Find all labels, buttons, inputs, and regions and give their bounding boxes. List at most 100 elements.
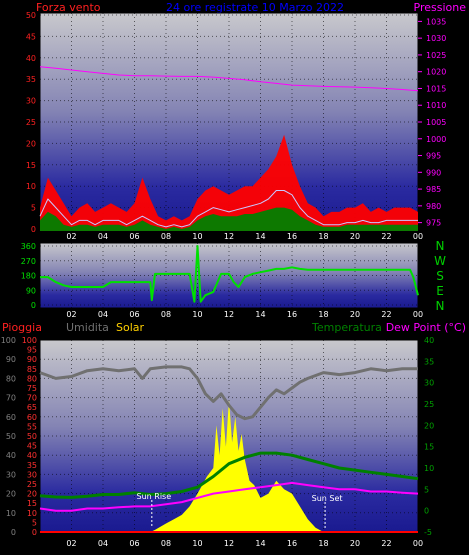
direction-x-tick: 08 (161, 310, 171, 319)
compass-label: N (436, 299, 445, 313)
temp-axis-tick: 20 (424, 421, 434, 430)
dew-label: Dew Point (°C) (386, 321, 466, 334)
humidity-axis-tick: 80 (6, 374, 16, 383)
wind-x-tick: 06 (129, 232, 139, 241)
pressure-axis-tick: 1030 (426, 34, 446, 43)
rain-axis-tick: 60 (27, 413, 37, 422)
temp-x-tick: 10 (192, 539, 202, 548)
humidity-axis-tick: 70 (6, 394, 16, 403)
direction-x-tick: 18 (318, 310, 328, 319)
rain-axis-tick: 25 (27, 480, 37, 489)
rain-axis-tick: 50 (27, 432, 37, 441)
compass-label: N (436, 239, 445, 253)
pressure-axis-tick: 1005 (426, 118, 446, 127)
wind-label: Forza vento (36, 1, 101, 14)
rain-axis-tick: 55 (27, 422, 37, 431)
weather-stage: Forza vento 24 ore registrate 10 Marzo 2… (0, 0, 469, 555)
sunset-label: Sun Set (312, 494, 343, 503)
humidity-axis-tick: 30 (6, 470, 16, 479)
direction-x-tick: 10 (192, 310, 202, 319)
rain-axis-tick: 70 (27, 394, 37, 403)
pressure-axis-tick: 980 (426, 202, 441, 211)
chart-title: 24 ore registrate 10 Marzo 2022 (166, 1, 344, 14)
pressure-axis-tick: 1015 (426, 84, 446, 93)
wind-axis-tick: 0 (31, 225, 36, 234)
temp-axis-tick: 15 (424, 443, 434, 452)
temp-axis-tick: 25 (424, 400, 434, 409)
humidity-label: Umidita (66, 321, 109, 334)
pressure-axis-tick: 1000 (426, 135, 446, 144)
temp-x-tick: 22 (381, 539, 391, 548)
pressure-axis-tick: 975 (426, 219, 441, 228)
temp-axis-tick: 35 (424, 357, 434, 366)
direction-x-tick: 16 (287, 310, 297, 319)
temp-x-tick: 16 (287, 539, 297, 548)
temp-x-tick: 08 (161, 539, 171, 548)
temp-axis-tick: 10 (424, 464, 434, 473)
temp-x-tick: 18 (318, 539, 328, 548)
humidity-axis-tick: 60 (6, 413, 16, 422)
direction-x-tick: 14 (255, 310, 265, 319)
pressure-axis-tick: 995 (426, 152, 441, 161)
rain-axis-tick: 90 (27, 355, 37, 364)
humidity-axis-tick: 0 (11, 528, 16, 537)
temp-axis-tick: 0 (424, 507, 429, 516)
wind-x-tick: 22 (381, 232, 391, 241)
wind-axis-tick: 5 (31, 204, 36, 213)
temp-x-tick: 14 (255, 539, 265, 548)
compass-label: S (436, 269, 444, 283)
rain-axis-tick: 75 (27, 384, 37, 393)
wind-axis-tick: 15 (26, 161, 36, 170)
wind-x-tick: 14 (255, 232, 265, 241)
solar-label: Solar (116, 321, 145, 334)
rain-axis-tick: 10 (27, 509, 37, 518)
pressure-axis-tick: 1025 (426, 51, 446, 60)
direction-x-tick: 12 (224, 310, 234, 319)
rain-axis-tick: 20 (27, 490, 37, 499)
temp-label: Temperatura (311, 321, 382, 334)
direction-axis-tick: 90 (26, 286, 36, 295)
rain-axis-tick: 80 (27, 374, 37, 383)
rain-axis-tick: 40 (27, 451, 37, 460)
rain-axis-tick: 0 (32, 528, 37, 537)
wind-axis-tick: 50 (26, 11, 36, 20)
wind-x-tick: 12 (224, 232, 234, 241)
rain-label: Pioggia (2, 321, 42, 334)
temp-axis-tick: 40 (424, 336, 434, 345)
temp-x-tick: 20 (350, 539, 360, 548)
pressure-axis-tick: 1020 (426, 68, 446, 77)
wind-x-tick: 20 (350, 232, 360, 241)
temp-x-tick: 06 (129, 539, 139, 548)
temp-axis-tick: -5 (424, 528, 432, 537)
direction-x-tick: 00 (413, 310, 423, 319)
wind-axis-tick: 25 (26, 118, 36, 127)
direction-axis-tick: 360 (21, 242, 36, 251)
temp-x-tick: 04 (98, 539, 108, 548)
compass-label: W (434, 254, 446, 268)
compass-label: E (436, 284, 444, 298)
temp-x-tick: 00 (413, 539, 423, 548)
humidity-axis-tick: 100 (1, 336, 16, 345)
humidity-axis-tick: 50 (6, 432, 16, 441)
wind-x-tick: 04 (98, 232, 108, 241)
rain-axis-tick: 65 (27, 403, 37, 412)
wind-x-tick: 08 (161, 232, 171, 241)
pressure-axis-tick: 1010 (426, 101, 446, 110)
direction-x-tick: 06 (129, 310, 139, 319)
pressure-axis-tick: 990 (426, 168, 441, 177)
temp-axis-tick: 5 (424, 485, 429, 494)
wind-axis-tick: 40 (26, 54, 36, 63)
temp-x-tick: 02 (66, 539, 76, 548)
direction-axis-tick: 0 (31, 301, 36, 310)
rain-axis-tick: 35 (27, 461, 37, 470)
wind-x-tick: 16 (287, 232, 297, 241)
humidity-axis-tick: 40 (6, 451, 16, 460)
wind-axis-tick: 10 (26, 182, 36, 191)
direction-axis-tick: 180 (21, 272, 36, 281)
rain-axis-tick: 100 (22, 336, 37, 345)
direction-x-tick: 04 (98, 310, 108, 319)
pressure-label: Pressione (414, 1, 467, 14)
wind-x-tick: 10 (192, 232, 202, 241)
wind-axis-tick: 35 (26, 75, 36, 84)
humidity-axis-tick: 20 (6, 490, 16, 499)
